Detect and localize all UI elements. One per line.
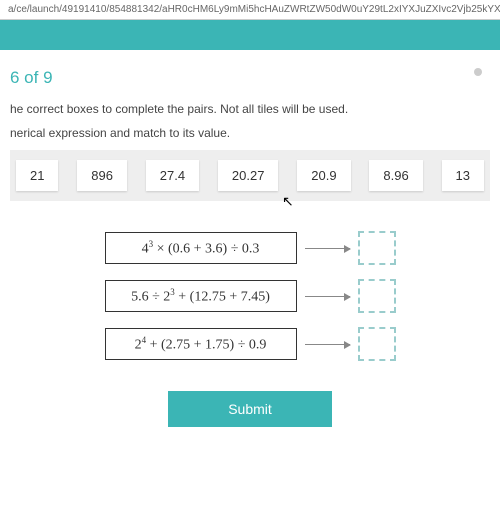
- submit-button[interactable]: Submit: [168, 391, 332, 427]
- app-header-bar: [0, 20, 500, 50]
- expression-row-2: 5.6 ÷ 23 + (12.75 + 7.45): [105, 279, 396, 313]
- expression-row-1: 43 × (0.6 + 3.6) ÷ 0.3: [105, 231, 396, 265]
- progress-dot: [474, 68, 482, 76]
- question-counter: 6 of 9: [10, 68, 490, 88]
- tile-20-27[interactable]: 20.27: [218, 160, 279, 191]
- content-area: 6 of 9 he correct boxes to complete the …: [0, 50, 500, 528]
- tile-8-96[interactable]: 8.96: [369, 160, 422, 191]
- arrow-icon: [305, 296, 350, 297]
- tiles-container: 21 896 27.4 20.27 20.9 8.96 13: [10, 150, 490, 201]
- arrow-icon: [305, 248, 350, 249]
- tile-13[interactable]: 13: [442, 160, 484, 191]
- expressions-container: 43 × (0.6 + 3.6) ÷ 0.3 5.6 ÷ 23 + (12.75…: [10, 231, 490, 361]
- expression-3[interactable]: 24 + (2.75 + 1.75) ÷ 0.9: [105, 328, 297, 361]
- url-bar: a/ce/launch/49191410/854881342/aHR0cHM6L…: [0, 0, 500, 20]
- expression-1[interactable]: 43 × (0.6 + 3.6) ÷ 0.3: [105, 232, 297, 265]
- expression-2[interactable]: 5.6 ÷ 23 + (12.75 + 7.45): [105, 280, 297, 313]
- instruction-line-2: nerical expression and match to its valu…: [10, 126, 490, 140]
- arrow-icon: [305, 344, 350, 345]
- tile-20-9[interactable]: 20.9: [297, 160, 350, 191]
- tile-896[interactable]: 896: [77, 160, 127, 191]
- tile-27-4[interactable]: 27.4: [146, 160, 199, 191]
- instruction-line-1: he correct boxes to complete the pairs. …: [10, 102, 490, 116]
- drop-target-3[interactable]: [358, 327, 396, 361]
- drop-target-2[interactable]: [358, 279, 396, 313]
- drop-target-1[interactable]: [358, 231, 396, 265]
- cursor-icon: ↖: [282, 193, 294, 210]
- tile-21[interactable]: 21: [16, 160, 58, 191]
- expression-row-3: 24 + (2.75 + 1.75) ÷ 0.9: [105, 327, 396, 361]
